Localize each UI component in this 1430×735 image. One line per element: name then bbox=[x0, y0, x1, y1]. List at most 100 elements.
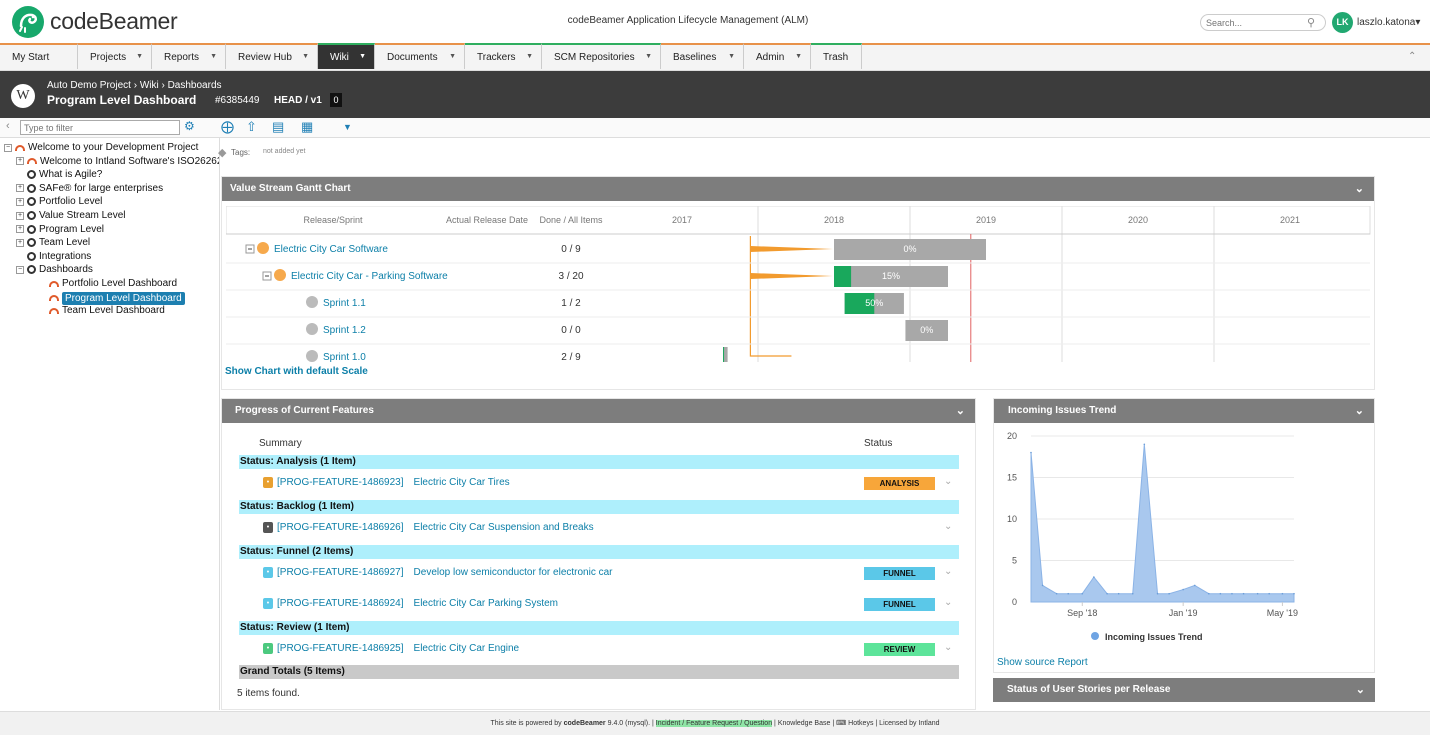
tree-item[interactable]: Portfolio Level Dashboard bbox=[38, 278, 177, 289]
upload-icon[interactable]: ⇧ bbox=[246, 120, 257, 134]
gantt-row-name[interactable]: Electric City Car Software bbox=[274, 244, 388, 255]
data-point[interactable] bbox=[1041, 584, 1044, 587]
add-chart-icon[interactable]: ▤ bbox=[272, 120, 284, 134]
tab-wiki[interactable]: Wiki ▼ bbox=[318, 43, 375, 69]
chevron-down-icon[interactable]: ▼ bbox=[526, 53, 533, 60]
data-point[interactable] bbox=[1182, 588, 1184, 591]
tree-item[interactable]: Program Level Dashboard bbox=[38, 291, 185, 305]
tree-item[interactable]: + Value Stream Level bbox=[16, 210, 126, 221]
chevron-down-icon[interactable]: ▼ bbox=[210, 53, 217, 60]
data-point[interactable] bbox=[1281, 592, 1284, 595]
user-menu[interactable]: laszlo.katona▾ bbox=[1357, 17, 1420, 28]
chevron-down-icon[interactable]: ⌄ bbox=[944, 476, 952, 487]
data-point[interactable] bbox=[1081, 592, 1084, 595]
gear-icon[interactable]: ⚙ bbox=[184, 119, 195, 133]
feature-name-link[interactable]: Electric City Car Engine bbox=[414, 643, 520, 654]
tree-item[interactable]: + Team Level bbox=[16, 237, 90, 248]
tree-toggle-icon[interactable]: + bbox=[16, 238, 24, 247]
knowledge-base-link[interactable]: Knowledge Base bbox=[778, 720, 831, 727]
incident-link[interactable]: Incident / Feature Request / Question bbox=[655, 720, 773, 727]
legend-label[interactable]: Incoming Issues Trend bbox=[1105, 632, 1203, 642]
data-point[interactable] bbox=[1168, 592, 1170, 595]
chevron-down-icon[interactable]: ▼ bbox=[302, 53, 309, 60]
status-group-header[interactable]: Status: Review (1 Item) bbox=[239, 621, 959, 635]
licensor-link[interactable]: Intland bbox=[918, 720, 939, 727]
tab-admin[interactable]: Admin ▼ bbox=[744, 43, 811, 69]
status-group-header[interactable]: Status: Backlog (1 Item) bbox=[239, 500, 959, 514]
data-point[interactable] bbox=[1256, 592, 1259, 595]
feature-key-link[interactable]: [PROG-FEATURE-1486927] bbox=[277, 567, 404, 578]
gantt-row-name[interactable]: Sprint 1.2 bbox=[323, 325, 366, 336]
data-point[interactable] bbox=[1143, 443, 1146, 446]
chevron-down-icon[interactable]: ▼ bbox=[728, 53, 735, 60]
layout-icon[interactable]: ▦ bbox=[301, 120, 313, 134]
hotkeys-link[interactable]: Hotkeys bbox=[848, 720, 873, 727]
tree-toggle-icon[interactable]: + bbox=[16, 197, 24, 206]
chevron-down-icon[interactable]: ▼ bbox=[795, 53, 802, 60]
tab-baselines[interactable]: Baselines ▼ bbox=[661, 43, 744, 69]
tree-item[interactable]: Team Level Dashboard bbox=[38, 305, 165, 316]
feature-key-link[interactable]: [PROG-FEATURE-1486926] bbox=[277, 522, 404, 533]
gantt-row-name[interactable]: Sprint 1.0 bbox=[323, 352, 366, 362]
chevron-down-icon[interactable]: ⌄ bbox=[1355, 399, 1364, 423]
chevron-down-icon[interactable]: ⌄ bbox=[956, 399, 965, 423]
version-badge[interactable]: 0 bbox=[330, 93, 342, 107]
features-widget-header[interactable]: Progress of Current Features ⌄ bbox=[222, 399, 975, 423]
data-point[interactable] bbox=[1131, 592, 1134, 595]
collapse-sidebar-icon[interactable]: ‹ bbox=[6, 120, 10, 132]
tree-toggle-icon[interactable]: + bbox=[16, 225, 24, 234]
tab-review-hub[interactable]: Review Hub ▼ bbox=[226, 43, 318, 69]
table-row[interactable]: • [PROG-FEATURE-1486924] Electric City Car… bbox=[263, 598, 558, 609]
tree-toggle-icon[interactable]: − bbox=[4, 143, 12, 152]
tree-toggle-icon[interactable]: + bbox=[16, 157, 24, 166]
tree-item[interactable]: Integrations bbox=[16, 251, 91, 262]
tab-trackers[interactable]: Trackers ▼ bbox=[465, 43, 542, 69]
data-point[interactable] bbox=[1117, 592, 1120, 595]
feature-key-link[interactable]: [PROG-FEATURE-1486923] bbox=[277, 477, 404, 488]
data-point[interactable] bbox=[1055, 592, 1058, 595]
tab-reports[interactable]: Reports ▼ bbox=[152, 43, 226, 69]
data-point[interactable] bbox=[1156, 592, 1159, 595]
chevron-down-icon[interactable]: ▼ bbox=[359, 53, 366, 60]
data-point[interactable] bbox=[1242, 592, 1245, 595]
tab-documents[interactable]: Documents ▼ bbox=[375, 43, 465, 69]
chevron-down-icon[interactable]: ▼ bbox=[645, 53, 652, 60]
feature-name-link[interactable]: Electric City Car Suspension and Breaks bbox=[414, 522, 594, 533]
tags-value[interactable]: not added yet bbox=[263, 148, 305, 155]
chevron-down-icon[interactable]: ⌄ bbox=[944, 566, 952, 577]
gantt-widget-header[interactable]: Value Stream Gantt Chart ⌄ bbox=[222, 177, 1374, 201]
tree-item[interactable]: + Program Level bbox=[16, 224, 104, 235]
data-point[interactable] bbox=[1106, 592, 1108, 595]
feature-name-link[interactable]: Electric City Car Parking System bbox=[414, 598, 558, 609]
feature-name-link[interactable]: Develop low semiconductor for electronic… bbox=[414, 567, 613, 578]
breadcrumb[interactable]: Auto Demo Project › Wiki › Dashboards bbox=[47, 80, 222, 91]
tree-item[interactable]: − Dashboards bbox=[16, 264, 93, 275]
table-row[interactable]: • [PROG-FEATURE-1486925] Electric City Car… bbox=[263, 643, 519, 654]
search-icon[interactable]: ⚲ bbox=[1307, 16, 1321, 29]
table-row[interactable]: • [PROG-FEATURE-1486926] Electric City Car… bbox=[263, 522, 594, 533]
show-source-report-link[interactable]: Show source Report bbox=[997, 657, 1088, 668]
tree-item[interactable]: + SAFe® for large enterprises bbox=[16, 183, 163, 194]
tree-filter-input[interactable] bbox=[20, 120, 180, 135]
data-point[interactable] bbox=[1231, 592, 1233, 595]
tree-item[interactable]: + Welcome to Intland Software's ISO26262 bbox=[16, 156, 219, 167]
legend-marker[interactable] bbox=[1091, 632, 1099, 640]
tab-projects[interactable]: Projects ▼ bbox=[78, 43, 152, 69]
table-row[interactable]: • [PROG-FEATURE-1486923] Electric City Car… bbox=[263, 477, 510, 488]
chevron-down-icon[interactable]: ▼ bbox=[449, 53, 456, 60]
gantt-row-name[interactable]: Electric City Car - Parking Software bbox=[291, 271, 448, 282]
data-point[interactable] bbox=[1219, 592, 1222, 595]
avatar[interactable]: LK bbox=[1332, 12, 1353, 33]
tree-item[interactable]: + Portfolio Level bbox=[16, 196, 102, 207]
tree-item[interactable]: − Welcome to your Development Project bbox=[4, 142, 198, 153]
add-widget-icon[interactable]: ⨁ bbox=[221, 120, 234, 134]
feature-key-link[interactable]: [PROG-FEATURE-1486925] bbox=[277, 643, 404, 654]
chevron-down-icon[interactable]: ⌄ bbox=[944, 642, 952, 653]
data-point[interactable] bbox=[1293, 592, 1295, 595]
gantt-row-name[interactable]: Sprint 1.1 bbox=[323, 298, 366, 309]
data-point[interactable] bbox=[1208, 592, 1210, 595]
data-point[interactable] bbox=[1093, 576, 1095, 578]
status-group-header[interactable]: Status: Analysis (1 Item) bbox=[239, 455, 959, 469]
status-group-header[interactable]: Status: Funnel (2 Items) bbox=[239, 545, 959, 559]
user-stories-widget-header[interactable]: Status of User Stories per Release ⌄ bbox=[993, 678, 1375, 702]
